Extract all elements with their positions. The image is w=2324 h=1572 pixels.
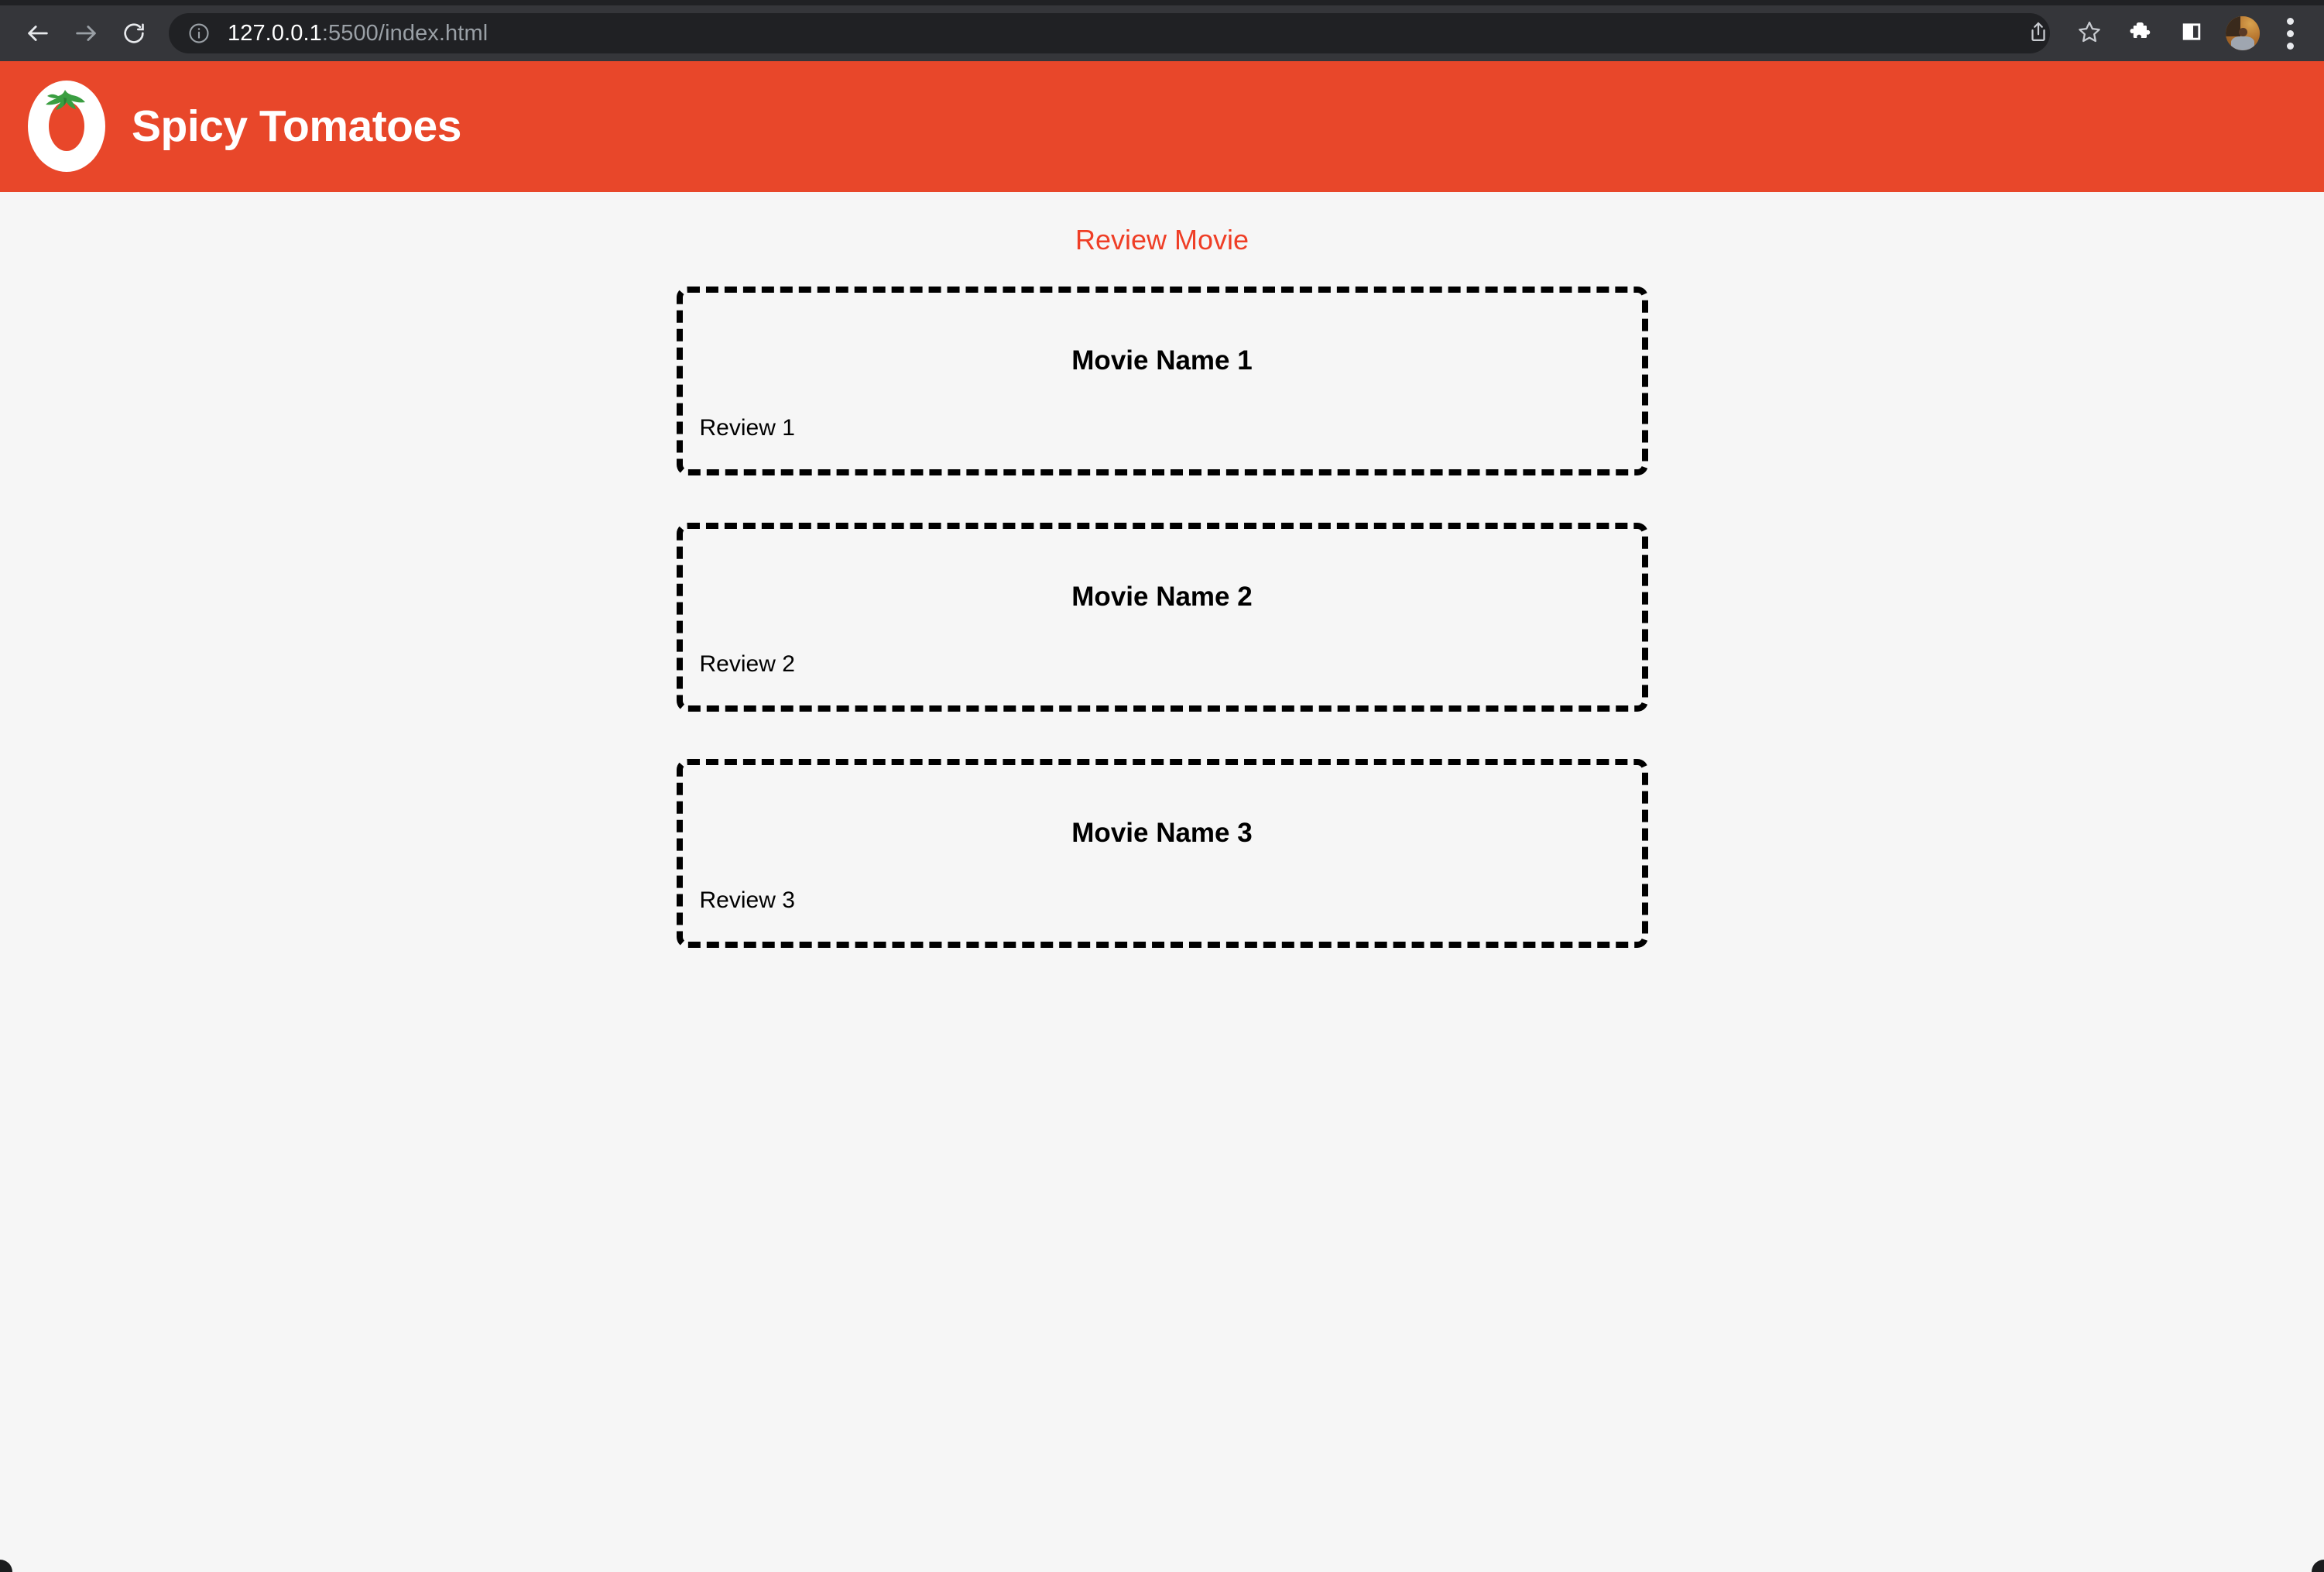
movie-review: Review 2: [699, 651, 795, 678]
url-path: :5500/index.html: [321, 20, 488, 46]
movie-name: Movie Name 1: [1071, 345, 1253, 376]
movie-card[interactable]: Movie Name 2 Review 2: [676, 523, 1648, 712]
movie-review: Review 1: [699, 415, 795, 441]
browser-window: 127.0.0.1:5500/index.html Spicy Tomatoes…: [0, 0, 2324, 1572]
address-bar[interactable]: 127.0.0.1:5500/index.html: [169, 13, 2050, 53]
tab-strip: [0, 0, 2324, 5]
share-icon: [2027, 20, 2050, 47]
page-title: Review Movie: [1075, 224, 1249, 256]
navigation-buttons: [14, 9, 158, 57]
info-circle-icon[interactable]: [187, 22, 211, 45]
avatar-body: [2231, 36, 2254, 50]
side-panel-icon: [2180, 20, 2203, 47]
forward-button[interactable]: [62, 9, 110, 57]
movie-name: Movie Name 3: [1071, 818, 1253, 849]
avatar[interactable]: [2226, 16, 2260, 50]
site-header: Spicy Tomatoes: [0, 61, 2324, 192]
url-host: 127.0.0.1: [228, 20, 322, 46]
movie-list: Movie Name 1 Review 1 Movie Name 2 Revie…: [0, 287, 2324, 949]
reload-icon: [122, 21, 146, 46]
movie-card[interactable]: Movie Name 3 Review 3: [676, 759, 1648, 949]
url-text: 127.0.0.1:5500/index.html: [228, 21, 488, 46]
browser-toolbar: 127.0.0.1:5500/index.html: [0, 5, 2324, 61]
forward-arrow-icon: [73, 20, 99, 46]
main-content: Review Movie Movie Name 1 Review 1 Movie…: [0, 192, 2324, 949]
tomato-leaf: [46, 89, 85, 110]
back-button[interactable]: [14, 9, 62, 57]
movie-name: Movie Name 2: [1071, 582, 1253, 613]
three-dot-menu-icon[interactable]: [2268, 13, 2312, 53]
tomato-logo-icon: [17, 77, 116, 177]
reload-button[interactable]: [110, 9, 158, 57]
toolbar-actions: [2013, 13, 2324, 53]
back-arrow-icon: [25, 20, 51, 46]
side-panel-button[interactable]: [2166, 13, 2217, 53]
bookmark-button[interactable]: [2064, 13, 2115, 53]
page-viewport: Spicy Tomatoes Review Movie Movie Name 1…: [0, 61, 2324, 1572]
movie-review: Review 3: [699, 887, 795, 914]
share-button[interactable]: [2013, 13, 2064, 53]
puzzle-piece-icon: [2128, 19, 2153, 48]
star-icon: [2077, 19, 2102, 48]
extensions-button[interactable]: [2115, 13, 2166, 53]
site-title: Spicy Tomatoes: [132, 101, 461, 151]
movie-card[interactable]: Movie Name 1 Review 1: [676, 287, 1648, 476]
